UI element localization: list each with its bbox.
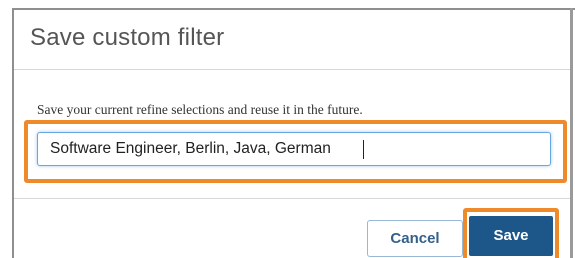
save-button[interactable]: Save: [469, 216, 553, 256]
footer-divider: [14, 198, 570, 199]
dialog-title: Save custom filter: [30, 24, 225, 51]
dialog-description: Save your current refine selections and …: [37, 102, 363, 117]
dialog-frame-right: [570, 8, 573, 258]
cancel-button[interactable]: Cancel: [367, 220, 463, 257]
screenshot-stage: Save custom filter Save your current ref…: [0, 0, 575, 258]
title-divider: [14, 69, 570, 70]
save-filter-dialog: Save custom filter Save your current ref…: [14, 10, 570, 258]
filter-name-input[interactable]: [37, 132, 551, 166]
text-caret: [363, 140, 364, 159]
